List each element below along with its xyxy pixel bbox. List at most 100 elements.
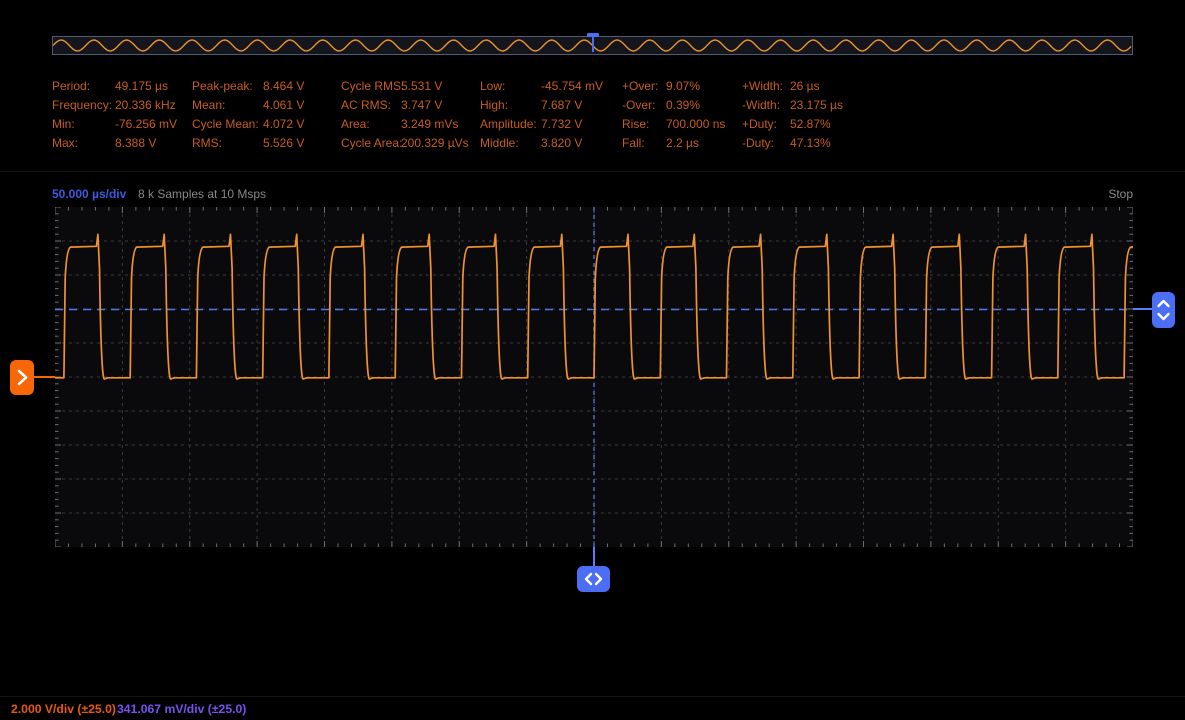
measurement-row: Low: -45.754 mV xyxy=(480,77,603,96)
measurement-row: Cycle Area: 200.329 µVs xyxy=(341,134,469,153)
measurement-row: Fall: 2.2 µs xyxy=(622,134,725,153)
measurement-value: 8.464 V xyxy=(263,79,305,93)
measurement-value: 7.732 V xyxy=(541,117,583,131)
trigger-position-line xyxy=(593,547,595,566)
measurement-label: Max: xyxy=(52,136,79,150)
waveform-trace xyxy=(55,207,1133,547)
measurement-value: 26 µs xyxy=(790,79,820,93)
measurement-label: +Over: xyxy=(622,79,659,93)
measurement-value: 23.175 µs xyxy=(790,98,843,112)
measurement-row: RMS: 5.526 V xyxy=(192,134,304,153)
overview-trigger-marker[interactable] xyxy=(587,33,599,53)
trigger-stem xyxy=(591,36,595,52)
measurement-label: Area: xyxy=(341,117,370,131)
measurement-column: Low: -45.754 mV High: 7.687 V Amplitude: 7.73… xyxy=(480,77,603,153)
measurement-value: 4.072 V xyxy=(263,117,305,131)
plot-header: 50.000 µs/div 8 k Samples at 10 Msps Sto… xyxy=(0,186,1185,202)
measurement-value: 47.13% xyxy=(790,136,831,150)
measurement-value: 20.336 kHz xyxy=(115,98,176,112)
measurement-column: Period: 49.175 µs Frequency: 20.336 kHz Min:… xyxy=(52,77,177,153)
chevron-up-down-icon xyxy=(1157,299,1170,321)
measurement-label: High: xyxy=(480,98,509,112)
measurement-row: -Over: 0.39% xyxy=(622,96,725,115)
measurement-label: Peak-peak: xyxy=(192,79,253,93)
measurement-label: Amplitude: xyxy=(480,117,537,131)
measurement-row: -Width: 23.175 µs xyxy=(742,96,843,115)
measurement-label: Cycle RMS: xyxy=(341,79,405,93)
measurement-row: High: 7.687 V xyxy=(480,96,603,115)
channel1-position-handle[interactable] xyxy=(10,360,34,395)
panel-separator xyxy=(0,171,1185,172)
measurement-row: Period: 49.175 µs xyxy=(52,77,177,96)
measurement-column: Peak-peak: 8.464 V Mean: 4.061 V Cycle Mean:… xyxy=(192,77,304,153)
measurement-label: Min: xyxy=(52,117,75,131)
measurement-value: 3.820 V xyxy=(541,136,583,150)
measurement-value: 5.531 V xyxy=(401,79,443,93)
footer-separator xyxy=(0,696,1185,697)
measurement-label: Period: xyxy=(52,79,91,93)
measurement-value: 0.39% xyxy=(666,98,701,112)
measurement-column: +Width: 26 µs -Width: 23.175 µs +Duty: 52.87%… xyxy=(742,77,843,153)
measurement-row: Cycle Mean: 4.072 V xyxy=(192,115,304,134)
chevron-right-icon xyxy=(17,369,28,386)
measurement-label: Fall: xyxy=(622,136,645,150)
trigger-level-handle[interactable] xyxy=(1152,292,1175,328)
measurement-label: -Over: xyxy=(622,98,656,112)
measurement-row: -Duty: 47.13% xyxy=(742,134,843,153)
measurement-label: Cycle Mean: xyxy=(192,117,259,131)
measurement-value: 2.2 µs xyxy=(666,136,699,150)
measurement-row: Rise: 700.000 ns xyxy=(622,115,725,134)
measurement-row: +Duty: 52.87% xyxy=(742,115,843,134)
measurement-value: 52.87% xyxy=(790,117,831,131)
measurement-row: Frequency: 20.336 kHz xyxy=(52,96,177,115)
measurement-row: +Over: 9.07% xyxy=(622,77,725,96)
measurement-row: AC RMS: 3.747 V xyxy=(341,96,469,115)
oscilloscope-app: Period: 49.175 µs Frequency: 20.336 kHz Min:… xyxy=(0,0,1185,720)
measurement-row: Amplitude: 7.732 V xyxy=(480,115,603,134)
channel1-offset-line xyxy=(34,376,55,378)
measurement-label: -Width: xyxy=(742,98,781,112)
acquisition-state-button[interactable]: Stop xyxy=(1108,186,1133,202)
measurement-value: 3.249 mVs xyxy=(401,117,459,131)
channel2-scale-control[interactable]: 341.067 mV/div (±25.0) xyxy=(117,701,246,717)
waveform-display[interactable] xyxy=(55,207,1133,547)
measurement-row: Max: 8.388 V xyxy=(52,134,177,153)
channel-scale-bar: 2.000 V/div (±25.0) 341.067 mV/div (±25.… xyxy=(0,701,1185,720)
channel1-scale-control[interactable]: 2.000 V/div (±25.0) xyxy=(11,701,116,717)
measurement-label: Middle: xyxy=(480,136,519,150)
measurement-row: Cycle RMS: 5.531 V xyxy=(341,77,469,96)
measurement-label: Low: xyxy=(480,79,506,93)
measurement-column: Cycle RMS: 5.531 V AC RMS: 3.747 V Area: 3.24… xyxy=(341,77,469,153)
measurement-value: 7.687 V xyxy=(541,98,583,112)
measurement-label: Frequency: xyxy=(52,98,113,112)
measurement-label: -Duty: xyxy=(742,136,775,150)
measurement-label: Mean: xyxy=(192,98,226,112)
measurement-label: +Width: xyxy=(742,79,784,93)
measurement-row: Middle: 3.820 V xyxy=(480,134,603,153)
measurement-value: 49.175 µs xyxy=(115,79,168,93)
measurement-row: Area: 3.249 mVs xyxy=(341,115,469,134)
sample-rate-label: 8 k Samples at 10 Msps xyxy=(138,187,267,201)
timebase-control[interactable]: 50.000 µs/div xyxy=(52,186,126,202)
measurement-value: 9.07% xyxy=(666,79,701,93)
measurement-row: Mean: 4.061 V xyxy=(192,96,304,115)
measurement-label: +Duty: xyxy=(742,117,778,131)
measurements-panel: Period: 49.175 µs Frequency: 20.336 kHz Min:… xyxy=(0,77,1185,169)
measurement-value: 200.329 µVs xyxy=(401,136,469,150)
measurement-label: Rise: xyxy=(622,117,650,131)
measurement-label: RMS: xyxy=(192,136,222,150)
measurement-value: 5.526 V xyxy=(263,136,305,150)
measurement-value: -45.754 mV xyxy=(541,79,604,93)
measurement-label: Cycle Area: xyxy=(341,136,403,150)
measurement-value: 4.061 V xyxy=(263,98,305,112)
measurement-column: +Over: 9.07% -Over: 0.39% Rise: 700.000 ns Fal… xyxy=(622,77,725,153)
measurement-value: 8.388 V xyxy=(115,136,157,150)
measurement-value: 700.000 ns xyxy=(666,117,726,131)
measurement-row: Min: -76.256 mV xyxy=(52,115,177,134)
measurement-label: AC RMS: xyxy=(341,98,392,112)
chevron-left-right-icon xyxy=(584,572,603,586)
trigger-position-handle[interactable] xyxy=(577,566,610,592)
measurement-row: Peak-peak: 8.464 V xyxy=(192,77,304,96)
measurement-value: 3.747 V xyxy=(401,98,443,112)
measurement-row: +Width: 26 µs xyxy=(742,77,843,96)
